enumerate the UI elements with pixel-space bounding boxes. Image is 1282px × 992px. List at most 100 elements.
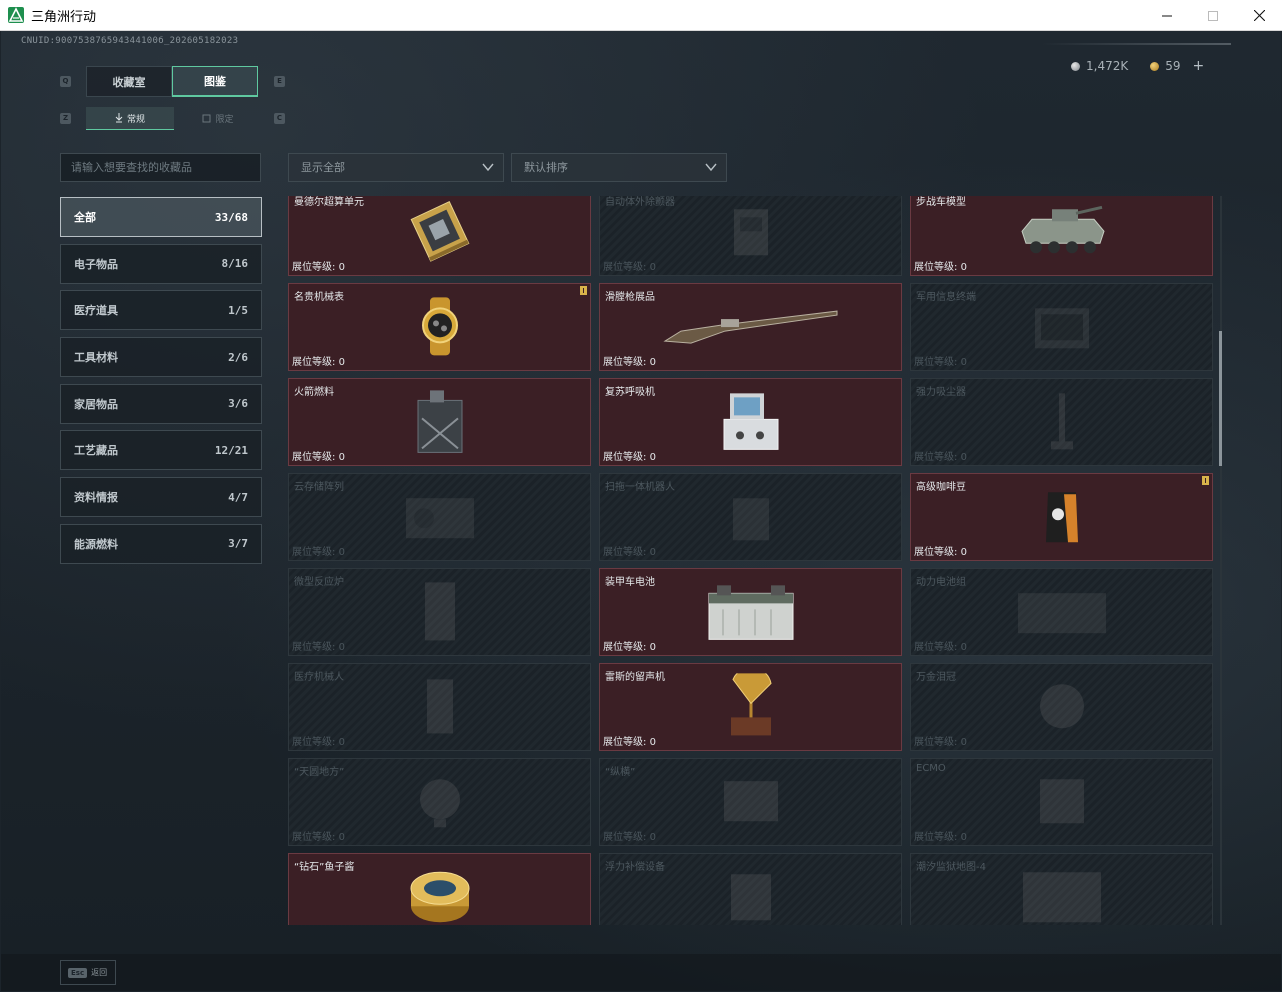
item-name: 复苏呼吸机 bbox=[605, 387, 655, 398]
level-prefix: 展位等级: bbox=[914, 452, 958, 463]
collection-item-card[interactable]: 火箭燃料 展位等级: 0 bbox=[288, 378, 591, 466]
category-label: 家居物品 bbox=[74, 397, 118, 411]
category-household[interactable]: 家居物品 3/6 bbox=[60, 383, 262, 424]
item-name: 动力电池组 bbox=[916, 577, 966, 588]
search-input[interactable]: 请输入想要查找的收藏品 bbox=[60, 153, 261, 182]
gpu-icon bbox=[405, 198, 475, 268]
collection-item-card[interactable]: 名贵机械表 展位等级: 0 bbox=[288, 283, 591, 371]
level-prefix: 展位等级: bbox=[603, 452, 647, 463]
sort-dropdown[interactable]: 默认排序 bbox=[511, 153, 727, 182]
collection-item-card[interactable]: 微型反应炉 展位等级: 0 bbox=[288, 568, 591, 656]
back-button[interactable]: Esc 返回 bbox=[60, 960, 116, 985]
collection-item-card[interactable]: 强力吸尘器 展位等级: 0 bbox=[910, 378, 1213, 466]
terminal-icon bbox=[1027, 296, 1097, 360]
item-level: 展位等级: 0 bbox=[603, 353, 656, 368]
minimize-button[interactable] bbox=[1144, 0, 1190, 31]
subtab-regular-label: 常规 bbox=[126, 114, 145, 125]
level-value: 0 bbox=[960, 547, 967, 558]
item-name: “纵横” bbox=[605, 767, 636, 778]
collection-item-card[interactable]: 潮汐监狱地图-4 展位等级: 0 bbox=[910, 853, 1213, 925]
grid-scrollbar-thumb[interactable] bbox=[1219, 331, 1222, 466]
category-all[interactable]: 全部 33/68 bbox=[60, 197, 262, 237]
display-filter-dropdown[interactable]: 显示全部 bbox=[288, 153, 504, 182]
collection-item-card[interactable]: 动力电池组 展位等级: 0 bbox=[910, 568, 1213, 656]
level-value: 0 bbox=[649, 357, 656, 368]
item-name: 火箭燃料 bbox=[294, 387, 334, 398]
battery-pack-icon bbox=[1012, 583, 1112, 643]
add-currency-button[interactable]: + bbox=[1193, 58, 1205, 74]
level-value: 0 bbox=[960, 452, 967, 463]
collection-item-card[interactable]: 滑膛枪展品 展位等级: 0 bbox=[599, 283, 902, 371]
collection-item-card[interactable]: “天圆地方” 展位等级: 0 bbox=[288, 758, 591, 846]
item-level: 展位等级: 0 bbox=[603, 733, 656, 748]
level-prefix: 展位等级: bbox=[603, 262, 647, 273]
collection-item-card[interactable]: 高级咖啡豆 展位等级: 0 bbox=[910, 473, 1213, 561]
defibrillator-icon bbox=[726, 201, 776, 265]
level-value: 0 bbox=[649, 642, 656, 653]
item-name: 步战车模型 bbox=[916, 197, 966, 208]
tab-collection-room[interactable]: 收藏室 bbox=[86, 66, 172, 97]
collection-item-card[interactable]: ECMO 展位等级: 0 bbox=[910, 758, 1213, 846]
collection-item-card[interactable]: “钻石”鱼子酱展位等级: 0 bbox=[288, 853, 591, 925]
collection-item-card[interactable]: 军用信息终端 展位等级: 0 bbox=[910, 283, 1213, 371]
level-prefix: 展位等级: bbox=[914, 262, 958, 273]
category-intel[interactable]: 资料情报 4/7 bbox=[60, 477, 262, 518]
item-level: 展位等级: 0 bbox=[914, 543, 967, 558]
category-tools[interactable]: 工具材料 2/6 bbox=[60, 337, 262, 378]
watch-icon bbox=[410, 295, 470, 361]
collection-item-card[interactable]: 曼德尔超算单元 展位等级: 0 bbox=[288, 196, 591, 276]
collection-item-card[interactable]: 扫拖一体机器人 展位等级: 0 bbox=[599, 473, 902, 561]
item-name: 云存储阵列 bbox=[294, 482, 344, 493]
game-viewport: CNUID:900753876594344100б_202605182023 1… bbox=[1, 31, 1281, 991]
item-level: 展位等级: 0 bbox=[603, 638, 656, 653]
collection-item-card[interactable]: 雷斯的留声机 展位等级: 0 bbox=[599, 663, 902, 751]
display-filter-value: 显示全部 bbox=[301, 161, 345, 174]
item-level: 展位等级: 0 bbox=[292, 258, 345, 273]
collection-item-card[interactable]: 万金泪冠 展位等级: 0 bbox=[910, 663, 1213, 751]
grid-scrollbar-track[interactable] bbox=[1220, 196, 1222, 925]
item-name: 浮力补偿设备 bbox=[605, 862, 665, 873]
level-prefix: 展位等级: bbox=[603, 357, 647, 368]
item-level: 展位等级: 0 bbox=[914, 828, 967, 843]
level-value: 0 bbox=[960, 737, 967, 748]
collection-item-card[interactable]: 浮力补偿设备展位等级: 0 bbox=[599, 853, 902, 925]
collection-item-card[interactable]: 步战车模型 展位等级: 0 bbox=[910, 196, 1213, 276]
level-value: 0 bbox=[960, 832, 967, 843]
tab-codex[interactable]: 图鉴 bbox=[172, 66, 258, 97]
collection-item-card[interactable]: 装甲车电池 展位等级: 0 bbox=[599, 568, 902, 656]
category-count: 4/7 bbox=[228, 490, 248, 504]
close-button[interactable] bbox=[1236, 0, 1282, 31]
collection-item-card[interactable]: 医疗机械人 展位等级: 0 bbox=[288, 663, 591, 751]
category-crafts[interactable]: 工艺藏品 12/21 bbox=[60, 430, 262, 471]
regular-icon bbox=[115, 113, 123, 123]
collection-item-card[interactable]: “纵横” 展位等级: 0 bbox=[599, 758, 902, 846]
collection-item-card[interactable]: 复苏呼吸机 展位等级: 0 bbox=[599, 378, 902, 466]
category-label: 资料情报 bbox=[74, 491, 118, 505]
level-prefix: 展位等级: bbox=[914, 642, 958, 653]
category-label: 能源燃料 bbox=[74, 537, 118, 551]
level-prefix: 展位等级: bbox=[603, 737, 647, 748]
subtab-regular[interactable]: 常规 bbox=[86, 107, 174, 130]
category-energy[interactable]: 能源燃料 3/7 bbox=[60, 523, 262, 564]
main-tabs: 收藏室 图鉴 bbox=[86, 66, 258, 97]
fuel-can-icon bbox=[412, 388, 468, 458]
level-prefix: 展位等级: bbox=[914, 547, 958, 558]
collection-item-card[interactable]: 云存储阵列 展位等级: 0 bbox=[288, 473, 591, 561]
category-label: 全部 bbox=[74, 211, 96, 224]
level-value: 0 bbox=[338, 357, 345, 368]
category-count: 33/68 bbox=[214, 210, 248, 224]
item-grid: 曼德尔超算单元 展位等级: 0 自动体外除颤器 展位等级: 0 步战车模型展位等级: 0… bbox=[288, 196, 1213, 925]
item-name: 潮汐监狱地图-4 bbox=[916, 862, 986, 873]
maximize-button[interactable] bbox=[1190, 0, 1236, 31]
level-prefix: 展位等级: bbox=[292, 452, 336, 463]
sort-value: 默认排序 bbox=[524, 161, 568, 174]
item-level: 展位等级: 0 bbox=[292, 923, 345, 925]
reactor-icon bbox=[417, 578, 463, 648]
collection-item-card[interactable]: 自动体外除颤器 展位等级: 0 bbox=[599, 196, 902, 276]
category-electronics[interactable]: 电子物品 8/16 bbox=[60, 243, 262, 284]
category-medical[interactable]: 医疗道具 1/5 bbox=[60, 290, 262, 331]
gold-amount: 59 bbox=[1165, 59, 1181, 73]
gold-coin-icon bbox=[1150, 61, 1160, 71]
item-name: 万金泪冠 bbox=[916, 672, 956, 683]
subtab-limited[interactable]: 限定 bbox=[174, 107, 262, 130]
